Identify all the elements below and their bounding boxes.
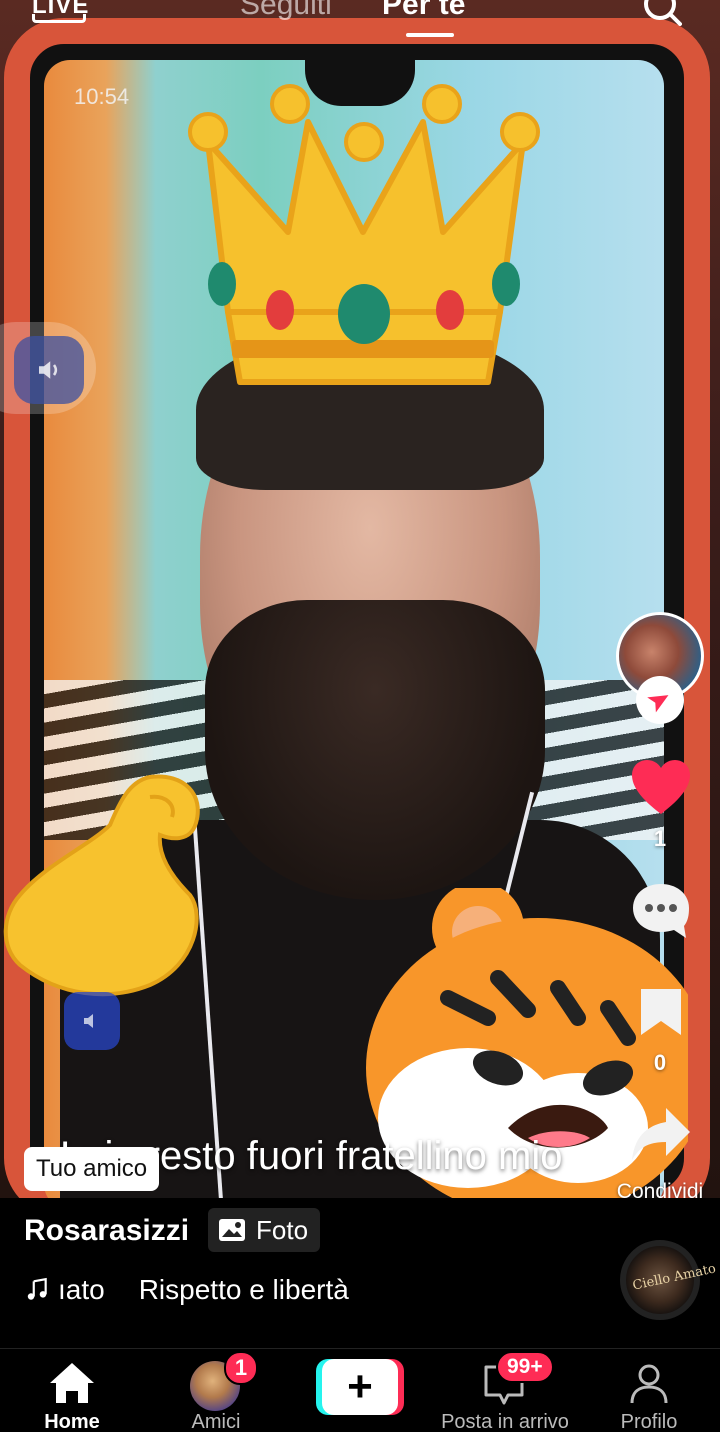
inbox-notification-badge: 99+ xyxy=(496,1351,554,1383)
search-icon[interactable] xyxy=(642,0,682,26)
music-disc[interactable]: Ciello Amato xyxy=(620,1240,717,1320)
music-disc-text: Ciello Amato xyxy=(631,1261,718,1294)
tab-home[interactable]: Home xyxy=(36,1349,108,1432)
heart-icon[interactable] xyxy=(630,758,692,816)
home-icon xyxy=(50,1363,94,1403)
live-button[interactable]: LIVE xyxy=(32,0,89,23)
share-label: Condividi xyxy=(616,1180,704,1198)
photo-badge-label: Foto xyxy=(256,1214,309,1245)
profile-icon xyxy=(630,1364,668,1404)
tab-home-label: Home xyxy=(44,1411,100,1432)
post-username[interactable]: Rosarasizzi xyxy=(24,1214,189,1248)
bottom-tab-bar: Home 1 Amici + 99+ Posta in arrivo Profi… xyxy=(0,1348,720,1432)
photo-badge[interactable]: Foto xyxy=(208,1208,321,1252)
plus-icon: + xyxy=(316,1359,404,1415)
send-arrow-icon xyxy=(647,695,669,713)
friend-tag: Tuo amico xyxy=(24,1147,160,1191)
speaker-icon xyxy=(39,361,58,379)
crown-sticker xyxy=(188,84,540,385)
active-tab-indicator xyxy=(406,33,454,37)
like-count: 1 xyxy=(653,826,667,851)
music-info[interactable]: ıato Rispetto e libertà xyxy=(24,1272,349,1308)
speaker-icon xyxy=(84,1014,93,1028)
tab-profile-label: Profilo xyxy=(620,1411,678,1432)
music-title: Rispetto e libertà xyxy=(138,1274,349,1305)
tab-friends[interactable]: 1 Amici xyxy=(180,1349,258,1432)
tab-inbox-label: Posta in arrivo xyxy=(441,1411,569,1432)
tab-friends-label: Amici xyxy=(191,1411,241,1432)
share-arrow-icon[interactable] xyxy=(630,1104,692,1164)
post-info: Rosarasizzi Foto ıato Rispetto e libertà… xyxy=(0,1198,720,1348)
person-beard xyxy=(205,600,545,900)
volume-button[interactable] xyxy=(14,336,84,404)
bookmark-count: 0 xyxy=(653,1050,667,1075)
music-note-icon xyxy=(27,1277,47,1300)
tab-profile[interactable]: Profilo xyxy=(610,1349,688,1432)
bookmark-icon[interactable] xyxy=(637,985,685,1039)
comment-icon[interactable] xyxy=(630,880,692,942)
image-icon xyxy=(219,1219,245,1241)
follow-button[interactable] xyxy=(636,676,684,724)
phone-status-time: 10:54 xyxy=(74,84,130,109)
top-navigation: LIVE Seguiti Per te xyxy=(0,0,720,40)
tab-for-you[interactable]: Per te xyxy=(382,0,465,22)
tab-following[interactable]: Seguiti xyxy=(240,0,332,22)
create-button[interactable]: + xyxy=(316,1349,404,1432)
friends-notification-badge: 1 xyxy=(224,1351,258,1385)
flexed-biceps-sticker xyxy=(3,774,200,997)
video-player[interactable]: 10:54 LIVE Seguiti Per te 1 0 Condividi … xyxy=(0,0,720,1198)
video-speaker-icon-box xyxy=(64,992,120,1050)
music-author: ıato xyxy=(58,1274,105,1305)
tab-inbox[interactable]: 99+ Posta in arrivo xyxy=(430,1349,580,1432)
